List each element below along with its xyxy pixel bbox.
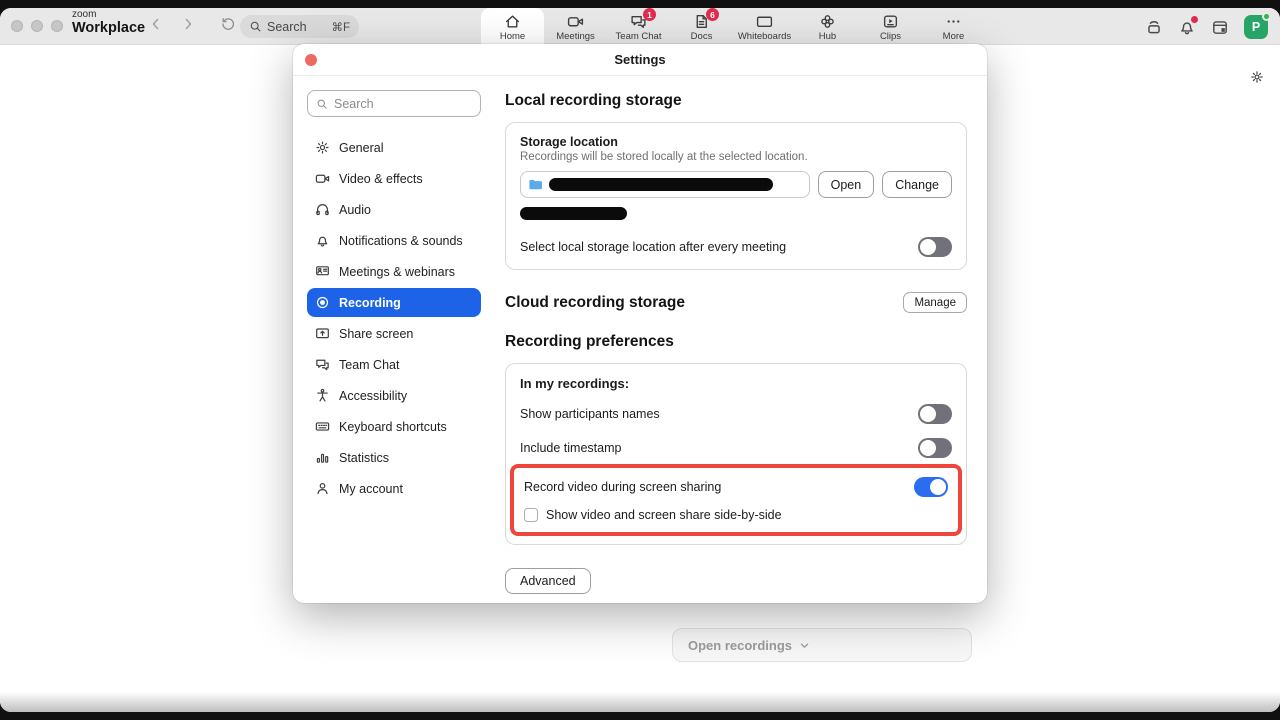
storage-location-sub: Recordings will be stored locally at the… [520,151,952,163]
select-location-toggle[interactable] [918,237,952,257]
redacted-storage-path [549,178,773,191]
pref-row-side-by-side: Show video and screen share side-by-side [524,506,948,524]
sidebar-item-general[interactable]: General [307,133,481,162]
sidebar-item-my-account[interactable]: My account [307,474,481,503]
modal-close-button[interactable] [305,54,317,66]
recording-settings-panel: Local recording storage Storage location… [493,76,987,603]
sidebar-item-statistics[interactable]: Statistics [307,443,481,472]
search-icon [249,20,262,33]
include-timestamp-toggle[interactable] [918,438,952,458]
storage-path-field[interactable] [520,171,810,198]
zoom-workplace-window: zoom Workplace Search ⌘F Home [0,8,1280,712]
in-my-recordings-label: In my recordings: [520,376,952,391]
search-shortcut: ⌘F [331,20,350,34]
main-tabs: Home Meetings 1 Team Chat 6 Docs Whitebo… [481,8,985,45]
redacted-storage-info [520,207,627,220]
forward-chevron-icon[interactable] [180,16,196,32]
sidebar-item-share-screen[interactable]: Share screen [307,319,481,348]
settings-modal-header: Settings [293,44,987,76]
open-button[interactable]: Open [818,171,875,198]
tab-home[interactable]: Home [481,8,544,45]
avatar-initial: P [1252,20,1260,34]
modal-title: Settings [614,52,665,67]
window-minimize-button[interactable] [31,20,43,32]
unread-badge: 6 [706,8,719,21]
window-controls [11,20,63,32]
profile-avatar[interactable]: P [1244,15,1268,39]
gear-icon [315,140,330,155]
person-icon [315,481,330,496]
recording-preferences-card: In my recordings: Show participants name… [505,363,967,545]
calendar-icon[interactable] [1211,18,1229,36]
pref-row-participants-names: Show participants names [520,404,952,424]
change-button[interactable]: Change [882,171,952,198]
sidebar-item-keyboard-shortcuts[interactable]: Keyboard shortcuts [307,412,481,441]
chat-bubbles-icon [315,357,330,372]
back-chevron-icon[interactable] [148,16,164,32]
record-video-during-sharing-toggle[interactable] [914,477,948,497]
sidebar-item-notifications-sounds[interactable]: Notifications & sounds [307,226,481,255]
share-screen-icon [315,326,330,341]
accessibility-person-icon [315,388,330,403]
settings-sidebar: General Video & effects Audio Notificati… [293,76,493,603]
sidebar-item-team-chat[interactable]: Team Chat [307,350,481,379]
app-logo-zoom: zoom [72,10,145,21]
bell-icon [315,233,330,248]
search-icon [316,98,328,110]
search-placeholder: Search [267,20,326,34]
toolbar-right-icons: P [1145,8,1268,45]
advanced-button[interactable]: Advanced [505,568,591,594]
app-toolbar: zoom Workplace Search ⌘F Home [0,8,1280,45]
storage-location-label: Storage location [520,135,952,149]
sidebar-item-meetings-webinars[interactable]: Meetings & webinars [307,257,481,286]
side-by-side-checkbox[interactable] [524,508,538,522]
tab-team-chat[interactable]: 1 Team Chat [607,8,670,45]
video-camera-icon [315,171,330,186]
sidebar-item-accessibility[interactable]: Accessibility [307,381,481,410]
history-icon[interactable] [220,16,236,32]
window-close-button[interactable] [11,20,23,32]
open-recordings-button[interactable]: Open recordings [672,628,972,662]
recording-preferences-heading: Recording preferences [505,333,967,351]
tab-clips[interactable]: Clips [859,8,922,45]
webinar-screen-icon [315,264,330,279]
tab-more[interactable]: More [922,8,985,45]
bar-chart-icon [315,450,330,465]
app-logo-workplace: Workplace [72,21,145,36]
window-zoom-button[interactable] [51,20,63,32]
settings-search-input[interactable] [334,97,472,111]
global-search-input[interactable]: Search ⌘F [240,15,359,38]
unread-badge: 1 [643,8,656,21]
manage-button[interactable]: Manage [903,292,967,313]
tab-hub[interactable]: Hub [796,8,859,45]
show-participants-names-toggle[interactable] [918,404,952,424]
nav-buttons [148,16,236,32]
cloud-recording-heading: Cloud recording storage [505,294,685,312]
notification-dot [1191,16,1198,23]
settings-search-field[interactable] [307,90,481,117]
tab-docs[interactable]: 6 Docs [670,8,733,45]
sidebar-item-recording[interactable]: Recording [307,288,481,317]
settings-modal: Settings General Video & effects [293,44,987,603]
local-recording-heading: Local recording storage [505,92,967,110]
annotation-highlight-box: Record video during screen sharing Show … [510,464,962,536]
pref-row-record-video: Record video during screen sharing [524,477,948,497]
select-location-label: Select local storage location after ever… [520,240,786,254]
presence-dot [1262,12,1271,21]
cast-to-device-icon[interactable] [1145,18,1163,36]
record-icon [315,295,330,310]
sidebar-item-audio[interactable]: Audio [307,195,481,224]
tab-whiteboards[interactable]: Whiteboards [733,8,796,45]
pref-row-timestamp: Include timestamp [520,438,952,458]
sidebar-item-video-effects[interactable]: Video & effects [307,164,481,193]
storage-location-card: Storage location Recordings will be stor… [505,122,967,270]
notifications-bell-icon[interactable] [1178,18,1196,36]
headphones-icon [315,202,330,217]
page-settings-gear-icon[interactable] [1250,70,1264,84]
keyboard-icon [315,419,330,434]
app-logo: zoom Workplace [72,10,145,36]
folder-icon [528,177,543,192]
tab-meetings[interactable]: Meetings [544,8,607,45]
